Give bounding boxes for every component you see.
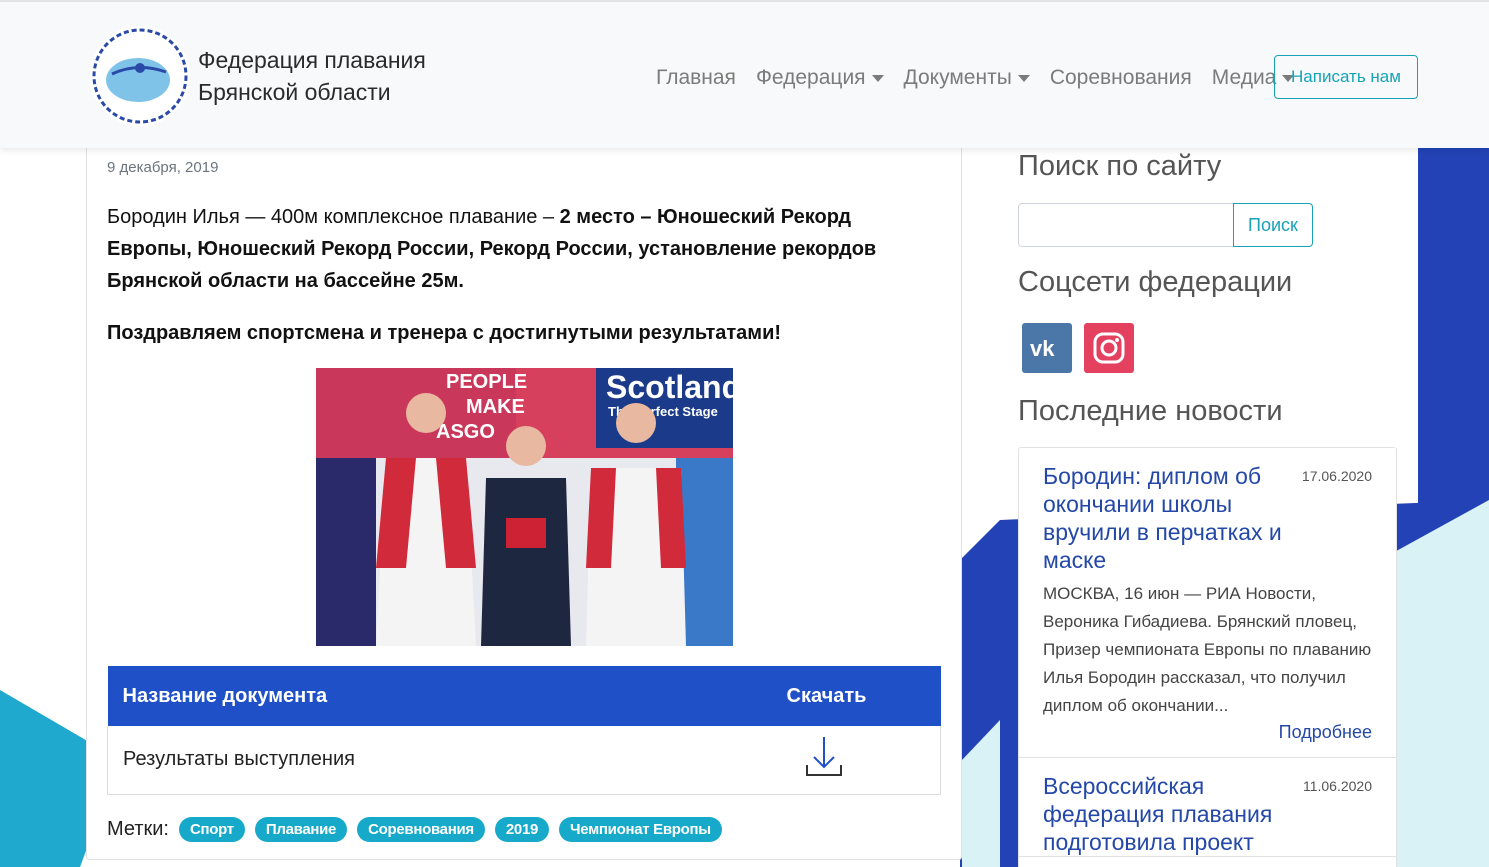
brand-name[interactable]: Федерация плавания Брянской области xyxy=(198,44,426,108)
news-heading: Последние новости xyxy=(1018,395,1283,427)
news-excerpt: МОСКВА, 16 июн — РИА Новости, Вероника Г… xyxy=(1043,584,1372,715)
paragraph-text: Бородин Илья — 400м комплексное плавание… xyxy=(107,206,560,228)
news-date: 17.06.2020 xyxy=(1301,468,1372,484)
nav-item-home[interactable]: Главная xyxy=(656,66,736,90)
nav-label: Федерация xyxy=(755,66,866,89)
document-name: Результаты выступления xyxy=(123,748,355,771)
nav-label: Документы xyxy=(903,66,1012,89)
column-header-download: Скачать xyxy=(786,684,867,707)
nav-label: Соревнования xyxy=(1049,66,1192,89)
tags-row: Метки: Спорт Плавание Соревнования 2019 … xyxy=(107,817,732,842)
nav-item-competitions[interactable]: Соревнования xyxy=(1050,66,1192,90)
read-more-link[interactable]: Подробнее xyxy=(1043,722,1372,757)
vk-link[interactable]: vk xyxy=(1022,323,1072,373)
search-heading: Поиск по сайту xyxy=(1018,150,1222,182)
news-title-link[interactable]: Бородин: диплом об окончании школы вручи… xyxy=(1043,462,1288,574)
download-icon[interactable] xyxy=(805,735,843,779)
news-item: Бородин: диплом об окончании школы вручи… xyxy=(1019,448,1396,758)
tag-swimming[interactable]: Плавание xyxy=(254,817,348,842)
caret-down-icon xyxy=(1017,74,1030,82)
news-list: Бородин: диплом об окончании школы вручи… xyxy=(1018,447,1397,867)
article-date: 9 декабря, 2019 xyxy=(107,159,219,176)
tag-sport[interactable]: Спорт xyxy=(178,817,245,842)
tag-european-championship[interactable]: Чемпионат Европы xyxy=(559,817,722,842)
article-card: 9 декабря, 2019 Бородин Илья — 400м комп… xyxy=(86,138,962,860)
nav-label: Главная xyxy=(656,66,736,89)
tags-label: Метки: xyxy=(107,818,169,840)
search-button[interactable]: Поиск xyxy=(1233,203,1313,247)
navbar: Федерация плавания Брянской области Глав… xyxy=(0,0,1489,148)
social-heading: Соцсети федерации xyxy=(1018,266,1293,298)
brand-line-1: Федерация плавания xyxy=(198,47,426,73)
podium-photo: PEOPLE MAKE ASGO Scotland The Perfect St… xyxy=(316,368,733,646)
news-date: 11.06.2020 xyxy=(1302,778,1372,794)
nav-label: Медиа xyxy=(1211,66,1277,89)
table-row: Результаты выступления xyxy=(107,726,941,794)
photo-text-scotland: Scotland xyxy=(606,369,733,405)
photo-text-people: PEOPLE xyxy=(446,371,527,393)
search-input[interactable] xyxy=(1018,203,1234,247)
caret-down-icon xyxy=(871,74,884,82)
logo-icon[interactable] xyxy=(88,22,192,130)
main-nav: Главная Федерация Документы Соревнования… xyxy=(656,60,1314,96)
news-title-link[interactable]: Всероссийская федерация плавания подгото… xyxy=(1043,772,1288,856)
news-item: Всероссийская федерация плавания подгото… xyxy=(1019,758,1396,857)
article-paragraph: Бородин Илья — 400м комплексное плавание… xyxy=(107,201,937,297)
instagram-link[interactable] xyxy=(1084,323,1134,373)
vk-icon: vk xyxy=(1030,337,1055,359)
brand-line-2: Брянской области xyxy=(198,79,391,105)
instagram-icon xyxy=(1093,332,1125,364)
download-cell xyxy=(772,726,941,794)
congratulation-text: Поздравляем спортсмена и тренера с дости… xyxy=(107,322,782,344)
photo-text-make: MAKE xyxy=(466,396,525,418)
photo-text-asgo: ASGO xyxy=(436,421,495,443)
nav-item-documents[interactable]: Документы xyxy=(904,66,1030,90)
tag-competitions[interactable]: Соревнования xyxy=(357,817,485,842)
table-header: Название документа Скачать xyxy=(107,666,941,726)
svg-text:vk: vk xyxy=(1030,337,1055,359)
tag-2019[interactable]: 2019 xyxy=(494,817,550,842)
nav-item-federation[interactable]: Федерация xyxy=(756,66,884,90)
contact-button[interactable]: Написать нам xyxy=(1274,55,1418,99)
documents-table: Название документа Скачать Результаты вы… xyxy=(107,666,941,795)
column-header-name: Название документа xyxy=(122,684,328,707)
